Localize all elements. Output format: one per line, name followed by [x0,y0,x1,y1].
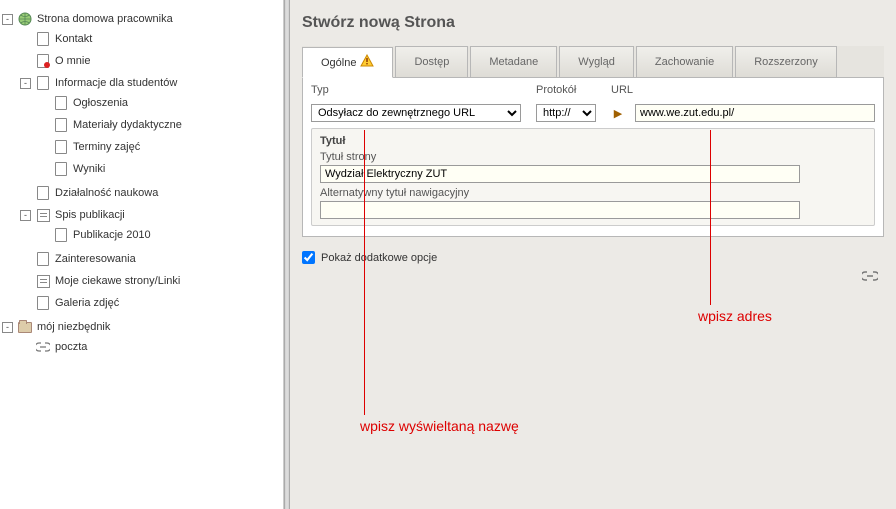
url-label: URL [611,84,875,96]
list-icon [35,273,51,289]
protocol-label: Protokół [536,84,601,96]
show-more-checkbox-row[interactable]: Pokaż dodatkowe opcje [302,251,884,264]
tree-item-label: O mnie [55,55,90,67]
tree-item-label: Działalność naukowa [55,187,158,199]
link-icon [35,339,51,355]
show-more-label: Pokaż dodatkowe opcje [321,252,437,264]
annotation-line [364,130,365,415]
page-icon [53,139,69,155]
page-tree-sidebar: - Strona domowa pracownika Kontakt O mnie - I… [0,0,284,509]
tab-label: Rozszerzony [754,56,818,68]
tree-item-label: Moje ciekawe strony/Linki [55,275,180,287]
tree-item-label: Kontakt [55,33,92,45]
tree-item-label: Materiały dydaktyczne [73,119,182,131]
tab-zachowanie[interactable]: Zachowanie [636,46,733,77]
page-red-icon [35,53,51,69]
annotation-line [710,130,711,305]
page-title-label: Tytuł strony [320,151,866,163]
tree-item[interactable]: O mnie [18,52,283,70]
page-icon [53,117,69,133]
alt-title-input[interactable] [320,201,800,219]
tree-item[interactable]: Ogłoszenia [36,94,283,112]
tree-item-label: Publikacje 2010 [73,229,151,241]
tree-item-label: mój niezbędnik [37,321,110,333]
tree-toggle[interactable]: - [20,78,31,89]
alt-title-label: Alternatywny tytuł nawigacyjny [320,187,866,199]
globe-icon [17,11,33,27]
tree-item[interactable]: - Strona domowa pracownika [0,10,283,28]
tree-item[interactable]: Terminy zajęć [36,138,283,156]
tree-item-label: Strona domowa pracownika [37,13,173,25]
tree-item-label: Ogłoszenia [73,97,128,109]
tree-item-label: Spis publikacji [55,209,125,221]
tree-item-label: poczta [55,341,87,353]
tree-item[interactable]: Kontakt [18,30,283,48]
page-title: Stwórz nową Strona [302,14,884,32]
link-icon[interactable] [862,268,878,284]
page-icon [53,95,69,111]
page-icon [35,251,51,267]
tree-item-label: Terminy zajęć [73,141,140,153]
tree-item[interactable]: Działalność naukowa [18,184,283,202]
title-section-header: Tytuł [320,135,866,147]
show-more-checkbox[interactable] [302,251,315,264]
tree-item-label: Wyniki [73,163,105,175]
form-panel: Typ Protokół URL Odsyłacz do zewnętrzneg… [302,78,884,237]
warning-icon [360,54,374,71]
tree-item[interactable]: Galeria zdjęć [18,294,283,312]
tab-ogólne[interactable]: Ogólne [302,47,393,78]
annotation-right: wpisz adres [698,308,772,324]
tree-item[interactable]: Publikacje 2010 [36,226,283,244]
tree-item[interactable]: - Informacje dla studentów [18,74,283,92]
tree-item[interactable]: poczta [18,338,283,356]
page-icon [35,185,51,201]
main-content: Stwórz nową Strona Ogólne Dostęp Metadane W… [290,0,896,509]
page-icon [35,31,51,47]
tree-toggle[interactable]: - [2,322,13,333]
protocol-select[interactable]: http:// [536,104,596,122]
url-go-icon[interactable]: ▶ [611,104,625,122]
tabs-bar: Ogólne Dostęp Metadane Wygląd Zachowanie Rozs… [302,46,884,78]
tree-item-label: Informacje dla studentów [55,77,177,89]
tree-item[interactable]: Wyniki [36,160,283,178]
tree-item[interactable]: - Spis publikacji [18,206,283,224]
page-title-input[interactable] [320,165,800,183]
tree-item[interactable]: Moje ciekawe strony/Linki [18,272,283,290]
list-icon [35,207,51,223]
tree-toggle[interactable]: - [20,210,31,221]
tree-toggle[interactable]: - [2,14,13,25]
tree-item-label: Galeria zdjęć [55,297,119,309]
tab-label: Metadane [489,56,538,68]
tab-label: Wygląd [578,56,615,68]
folder-icon [17,319,33,335]
annotation-bottom: wpisz wyświeltaną nazwę [360,418,519,434]
page-icon [53,227,69,243]
url-input[interactable] [635,104,875,122]
tab-dostęp[interactable]: Dostęp [395,46,468,77]
type-select[interactable]: Odsyłacz do zewnętrznego URL [311,104,521,122]
tab-rozszerzony[interactable]: Rozszerzony [735,46,837,77]
tab-label: Zachowanie [655,56,714,68]
page-icon [35,75,51,91]
tab-wygląd[interactable]: Wygląd [559,46,634,77]
tree-item[interactable]: - mój niezbędnik [0,318,283,336]
tree-item[interactable]: Zainteresowania [18,250,283,268]
page-icon [53,161,69,177]
tab-label: Ogólne [321,57,356,69]
tree-item-label: Zainteresowania [55,253,136,265]
tab-label: Dostęp [414,56,449,68]
title-section: Tytuł Tytuł strony Alternatywny tytuł na… [311,128,875,226]
page-icon [35,295,51,311]
tab-metadane[interactable]: Metadane [470,46,557,77]
tree-item[interactable]: Materiały dydaktyczne [36,116,283,134]
type-label: Typ [311,84,526,96]
